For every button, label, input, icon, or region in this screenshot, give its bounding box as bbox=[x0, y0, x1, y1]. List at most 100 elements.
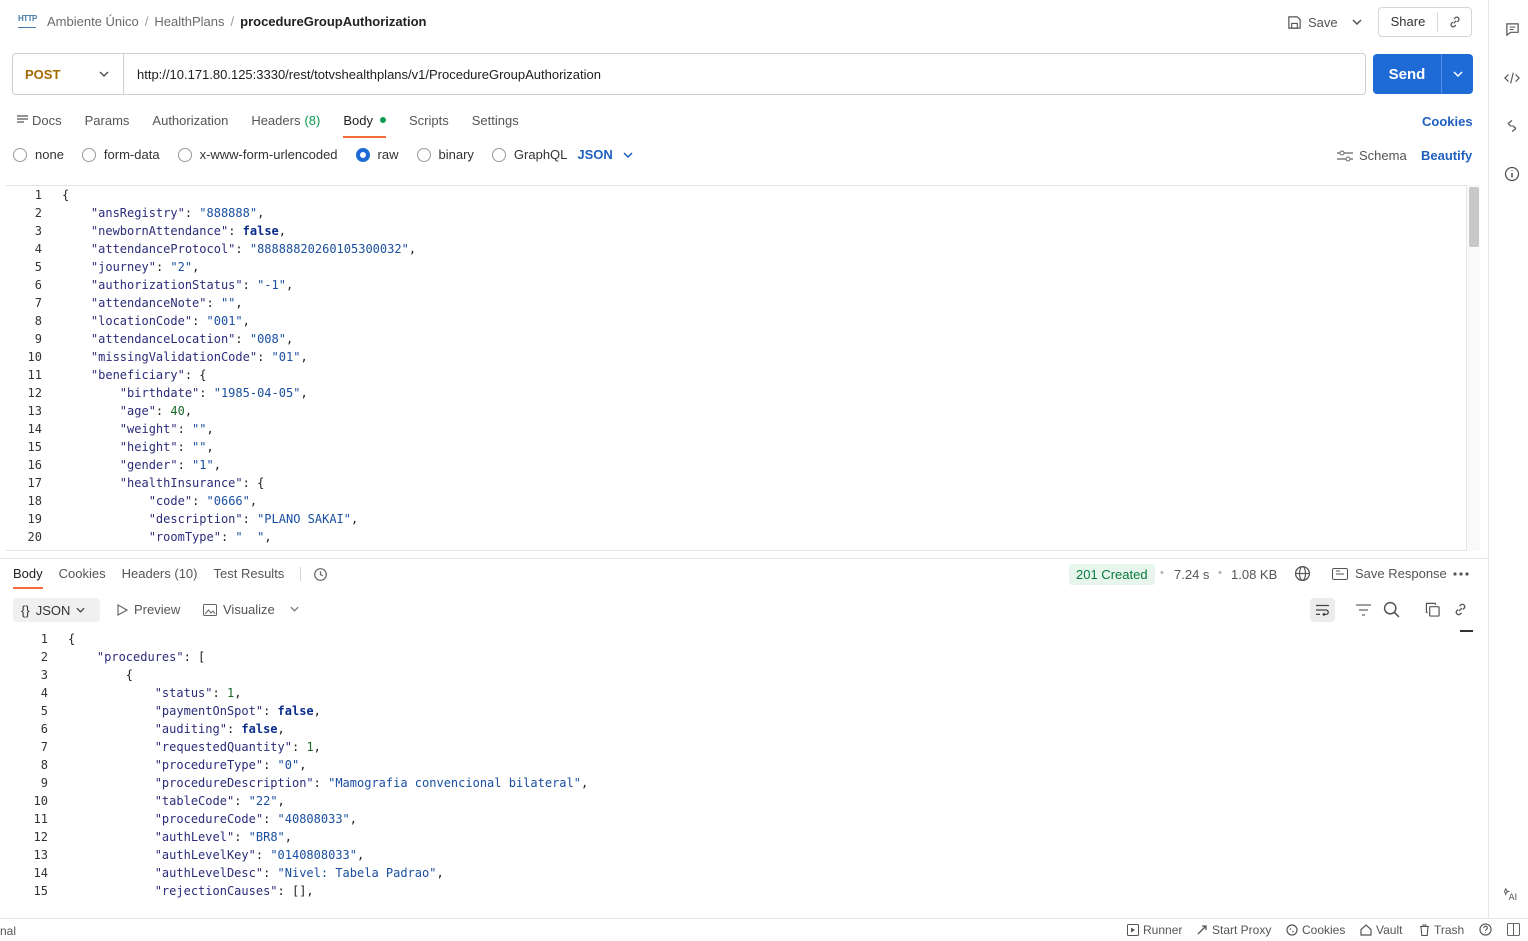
code-line[interactable]: 11 "beneficiary": { bbox=[6, 366, 1480, 384]
code-line[interactable]: 20 "roomType": " ", bbox=[6, 528, 1480, 546]
code-line[interactable]: 13 "authLevelKey": "0140808033", bbox=[12, 846, 1460, 864]
code-line[interactable]: 3 { bbox=[12, 666, 1460, 684]
url-input[interactable]: http://10.171.80.125:3330/rest/totvsheal… bbox=[124, 67, 601, 82]
cookies-link[interactable]: Cookies bbox=[1422, 114, 1473, 129]
code-line[interactable]: 2 "procedures": [ bbox=[12, 648, 1460, 666]
code-line[interactable]: 6 "authorizationStatus": "-1", bbox=[6, 276, 1480, 294]
beautify-button[interactable]: Beautify bbox=[1421, 148, 1472, 163]
search-icon[interactable] bbox=[1383, 601, 1400, 618]
code-line[interactable]: 8 "locationCode": "001", bbox=[6, 312, 1480, 330]
response-time[interactable]: 7.24 s bbox=[1174, 567, 1209, 582]
code-line[interactable]: 15 "rejectionCauses": [], bbox=[12, 882, 1460, 900]
radio-raw[interactable]: raw bbox=[355, 147, 399, 162]
response-tab-test-results[interactable]: Test Results bbox=[214, 566, 285, 582]
response-size[interactable]: 1.08 KB bbox=[1231, 567, 1277, 582]
tab-docs[interactable]: Docs bbox=[17, 106, 62, 134]
radio-none[interactable]: none bbox=[13, 147, 64, 162]
cookies-button[interactable]: Cookies bbox=[1286, 923, 1345, 937]
radio-graphql[interactable]: GraphQL bbox=[491, 147, 567, 162]
radio-form-data[interactable]: form-data bbox=[81, 147, 160, 162]
code-line[interactable]: 8 "procedureType": "0", bbox=[12, 756, 1460, 774]
code-line[interactable]: 11 "procedureCode": "40808033", bbox=[12, 810, 1460, 828]
vault-button[interactable]: Vault bbox=[1360, 923, 1402, 937]
help-icon[interactable] bbox=[1479, 923, 1492, 936]
response-body-viewer[interactable]: 1{2 "procedures": [3 {4 "status": 1, 5 "p… bbox=[12, 630, 1460, 910]
save-response-button[interactable]: Save Response bbox=[1332, 566, 1447, 581]
response-format-select[interactable]: {} JSON bbox=[13, 598, 100, 622]
comment-icon[interactable] bbox=[1504, 21, 1520, 37]
globe-icon[interactable] bbox=[1294, 565, 1311, 582]
status-badge[interactable]: 201 Created bbox=[1069, 564, 1155, 585]
code-line[interactable]: 10 "tableCode": "22", bbox=[12, 792, 1460, 810]
code-line[interactable]: 13 "age": 40, bbox=[6, 402, 1480, 420]
info-icon[interactable] bbox=[1504, 166, 1520, 182]
response-tab-cookies[interactable]: Cookies bbox=[59, 566, 106, 582]
tab-params[interactable]: Params bbox=[85, 106, 130, 134]
save-button[interactable]: Save bbox=[1287, 10, 1338, 34]
response-tab-headers[interactable]: Headers (10) bbox=[122, 566, 198, 582]
tab-headers[interactable]: Headers (8) bbox=[251, 106, 320, 134]
share-button[interactable]: Share bbox=[1379, 12, 1438, 32]
code-line[interactable]: 9 "procedureDescription": "Mamografia co… bbox=[12, 774, 1460, 792]
code-line[interactable]: 14 "weight": "", bbox=[6, 420, 1480, 438]
code-line[interactable]: 3 "newbornAttendance": false, bbox=[6, 222, 1480, 240]
filter-icon[interactable] bbox=[1356, 604, 1371, 616]
code-line[interactable]: 6 "auditing": false, bbox=[12, 720, 1460, 738]
code-line[interactable]: 5 "journey": "2", bbox=[6, 258, 1480, 276]
tab-authorization[interactable]: Authorization bbox=[152, 106, 228, 134]
link-icon[interactable] bbox=[1453, 602, 1468, 617]
copy-link-button[interactable] bbox=[1438, 15, 1471, 29]
word-wrap-button[interactable] bbox=[1310, 598, 1335, 622]
code-line[interactable]: 5 "paymentOnSpot": false, bbox=[12, 702, 1460, 720]
code-line[interactable]: 18 "code": "0666", bbox=[6, 492, 1480, 510]
code-line[interactable]: 4 "attendanceProtocol": "888888202601053… bbox=[6, 240, 1480, 258]
radio-urlencoded[interactable]: x-www-form-urlencoded bbox=[177, 147, 338, 162]
code-icon[interactable] bbox=[1504, 70, 1520, 86]
copy-icon[interactable] bbox=[1425, 602, 1440, 617]
code-line[interactable]: 2 "ansRegistry": "888888", bbox=[6, 204, 1480, 222]
visualize-button[interactable]: Visualize bbox=[203, 602, 275, 617]
code-line[interactable]: 19 "description": "PLANO SAKAI", bbox=[6, 510, 1480, 528]
tab-scripts[interactable]: Scripts bbox=[409, 106, 449, 134]
history-swap-icon[interactable] bbox=[1504, 118, 1520, 134]
code-line[interactable]: 10 "missingValidationCode": "01", bbox=[6, 348, 1480, 366]
code-line[interactable]: 7 "requestedQuantity": 1, bbox=[12, 738, 1460, 756]
ai-icon[interactable]: AI bbox=[1504, 886, 1520, 902]
runner-button[interactable]: Runner bbox=[1127, 923, 1182, 937]
start-proxy-button[interactable]: Start Proxy bbox=[1196, 923, 1271, 937]
breadcrumb-workspace[interactable]: Ambiente Único bbox=[47, 14, 139, 29]
breadcrumb-collection[interactable]: HealthPlans bbox=[154, 14, 224, 29]
request-name[interactable]: procedureGroupAuthorization bbox=[240, 14, 426, 29]
code-line[interactable]: 17 "healthInsurance": { bbox=[6, 474, 1480, 492]
chevron-down-icon[interactable] bbox=[290, 606, 299, 612]
response-tab-body[interactable]: Body bbox=[13, 566, 43, 589]
schema-button[interactable]: Schema bbox=[1337, 148, 1407, 163]
code-line[interactable]: 12 "authLevel": "BR8", bbox=[12, 828, 1460, 846]
send-options-button[interactable] bbox=[1442, 71, 1473, 77]
code-line[interactable]: 14 "authLevelDesc": "Nivel: Tabela Padra… bbox=[12, 864, 1460, 882]
tab-settings[interactable]: Settings bbox=[472, 106, 519, 134]
save-options-button[interactable] bbox=[1346, 10, 1368, 34]
raw-format-select[interactable]: JSON bbox=[577, 147, 633, 162]
preview-button[interactable]: Preview bbox=[117, 602, 180, 617]
response-scroll-indicator[interactable] bbox=[1460, 630, 1473, 632]
tab-body[interactable]: Body bbox=[343, 106, 386, 138]
code-line[interactable]: 12 "birthdate": "1985-04-05", bbox=[6, 384, 1480, 402]
code-line[interactable]: 16 "gender": "1", bbox=[6, 456, 1480, 474]
code-line[interactable]: 15 "height": "", bbox=[6, 438, 1480, 456]
code-line[interactable]: 1{ bbox=[6, 186, 1480, 204]
method-select[interactable]: POST bbox=[13, 54, 124, 94]
terminal-tab[interactable]: nal bbox=[0, 924, 16, 938]
code-line[interactable]: 1{ bbox=[12, 630, 1460, 648]
more-options-icon[interactable] bbox=[1453, 572, 1469, 576]
code-line[interactable]: 7 "attendanceNote": "", bbox=[6, 294, 1480, 312]
send-button[interactable]: Send bbox=[1373, 66, 1441, 83]
history-icon[interactable] bbox=[313, 567, 328, 582]
radio-binary[interactable]: binary bbox=[416, 147, 474, 162]
layout-toggle-icon[interactable] bbox=[1507, 923, 1520, 936]
code-line[interactable]: 9 "attendanceLocation": "008", bbox=[6, 330, 1480, 348]
scrollbar-thumb[interactable] bbox=[1469, 187, 1479, 247]
request-body-editor[interactable]: 1{2 "ansRegistry": "888888", 3 "newbornAt… bbox=[6, 185, 1480, 551]
trash-button[interactable]: Trash bbox=[1419, 923, 1464, 937]
request-editor-scrollbar[interactable] bbox=[1466, 185, 1480, 551]
